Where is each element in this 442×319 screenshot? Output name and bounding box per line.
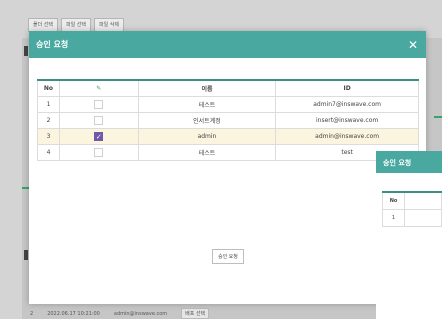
folder-select-button[interactable]: 폴더 선택 [28,18,58,32]
row-checkbox-cell [58,143,139,161]
pencil-icon: ✎ [96,84,102,92]
table-row[interactable]: 2 인서트계정 insert@inswave.com [37,111,419,129]
user-table: No ✎ 이름 ID 1 테스트 admin7@inswave.com 2 인서… [37,79,419,161]
row-number: 1 [382,208,405,227]
close-icon[interactable]: ✕ [408,39,418,51]
background-table-row: 2 2022.06.17 10:21:00 admin@inswave.com … [30,308,210,319]
row-email: admin@inswave.com [113,310,168,317]
table-header-row: No ✎ 이름 ID [37,79,419,97]
row-name: 인서트계정 [137,111,277,129]
column-header-id: ID [275,79,419,97]
secondary-modal-title: 승인 요청 [376,151,442,173]
row-checkbox[interactable] [94,147,104,157]
modal-title: 승인 요청 [36,40,69,49]
secondary-table-header: No [382,191,442,210]
row-name: 테스트 [137,143,277,161]
approval-request-modal: 승인 요청 ✕ No ✎ 이름 ID 1 테스트 admin7@inswave.… [29,31,426,304]
row-number: 4 [37,143,60,161]
modal-header: 승인 요청 ✕ [29,31,426,58]
row-timestamp: 2022.06.17 10:21:00 [47,310,100,317]
row-checkbox-cell [58,95,139,113]
file-delete-button[interactable]: 파일 삭제 [94,18,124,32]
table-row[interactable]: 1 [382,208,442,227]
column-header-no: No [37,79,60,97]
row-name: admin [137,127,277,145]
background-toolbar: 폴더 선택 파일 선택 파일 삭제 [28,18,124,32]
row-checkbox[interactable] [94,99,104,109]
secondary-table: No 1 [382,191,442,227]
table-row[interactable]: 1 테스트 admin7@inswave.com [37,95,419,113]
row-checkbox[interactable]: ✓ [94,131,104,141]
section-marker [24,250,28,260]
secondary-approval-modal: 승인 요청 No 1 [376,151,442,319]
row-checkbox-cell [58,111,139,129]
row-number: 3 [37,127,60,145]
approve-request-button[interactable]: 승인 요청 [212,249,244,264]
row-number: 2 [37,111,60,129]
row-number: 1 [37,95,60,113]
column-header-blank [404,191,442,210]
table-row[interactable]: 3 ✓ admin admin@inswave.com [37,127,419,145]
table-row[interactable]: 4 테스트 test [37,143,419,161]
column-header-check: ✎ [58,79,139,97]
row-name: 테스트 [137,95,277,113]
status-marker [434,116,442,118]
row-index: 2 [30,310,34,317]
section-marker [24,46,28,56]
column-header-no: No [382,191,405,210]
row-checkbox-cell: ✓ [58,127,139,145]
row-action-button[interactable]: 배포 선택 [181,308,210,319]
row-id: admin@inswave.com [275,127,419,145]
row-checkbox[interactable] [94,115,104,125]
row-id: admin7@inswave.com [275,95,419,113]
file-select-button[interactable]: 파일 선택 [61,18,91,32]
row-cell [404,208,442,227]
column-header-name: 이름 [137,79,277,97]
row-id: insert@inswave.com [275,111,419,129]
